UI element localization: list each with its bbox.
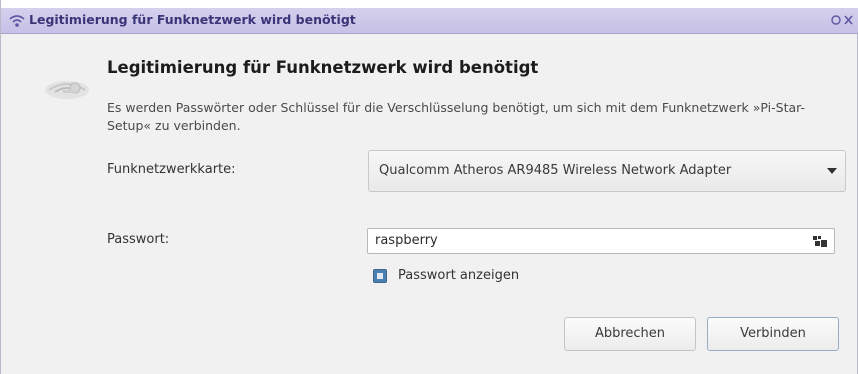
show-password-checkbox[interactable] (373, 269, 387, 283)
wifi-lock-icon (9, 13, 25, 27)
cancel-button[interactable]: Abbrechen (564, 317, 696, 351)
adapter-selected-value: Qualcomm Atheros AR9485 Wireless Network… (379, 163, 732, 178)
wireless-network-icon (41, 68, 93, 112)
keyboard-icon[interactable] (812, 234, 828, 248)
password-value: raspberry (375, 233, 438, 248)
password-label: Passwort: (107, 232, 170, 247)
window-title: Legitimierung für Funknetzwerk wird benö… (29, 12, 356, 27)
password-input[interactable]: raspberry (367, 228, 835, 254)
adapter-select[interactable]: Qualcomm Atheros AR9485 Wireless Network… (368, 150, 846, 192)
adapter-label: Funknetzwerkkarte: (107, 162, 236, 177)
dialog-description: Es werden Passwörter oder Schlüssel für … (107, 100, 805, 133)
connect-button[interactable]: Verbinden (707, 317, 839, 351)
title-bar[interactable]: Legitimierung für Funknetzwerk wird benö… (1, 8, 858, 34)
top-strip (1, 0, 858, 8)
chevron-down-icon (827, 168, 837, 174)
dialog-heading: Legitimierung für Funknetzwerk wird benö… (107, 58, 539, 77)
show-password-label[interactable]: Passwort anzeigen (398, 268, 519, 283)
dialog-window: Legitimierung für Funknetzwerk wird benö… (0, 0, 858, 374)
window-controls-icon[interactable] (829, 11, 855, 29)
